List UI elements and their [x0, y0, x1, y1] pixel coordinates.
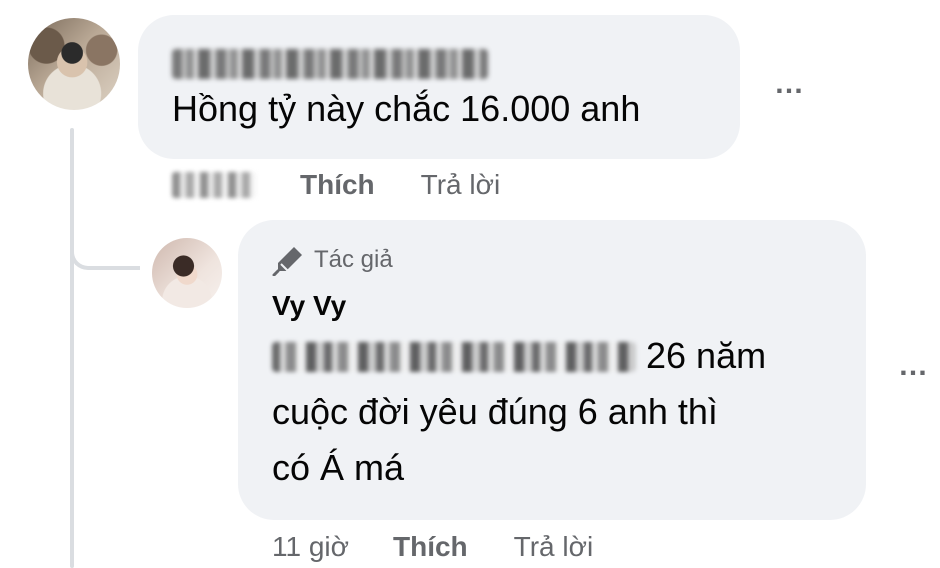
author-badge: Tác giả — [272, 244, 832, 277]
thread-line — [70, 128, 74, 568]
reply-text-blurred-segment — [272, 342, 636, 372]
reply-actions: 11 giờ Thích Trả lời — [272, 527, 593, 567]
reply-timestamp[interactable]: 11 giờ — [272, 531, 349, 563]
comment-bubble: Hồng tỷ này chắc 16.000 anh — [138, 15, 740, 159]
like-button[interactable]: Thích — [300, 169, 375, 201]
reply-text-line2: cuộc đời yêu đúng 6 anh thì — [272, 391, 718, 432]
comment-timestamp-blurred[interactable] — [172, 172, 256, 198]
avatar[interactable] — [28, 18, 120, 110]
reply-bubble: Tác giả Vy Vy 26 năm cuộc đời yêu đúng 6… — [238, 220, 866, 520]
reply-avatar[interactable] — [152, 238, 222, 308]
comment-text: Hồng tỷ này chắc 16.000 anh — [172, 88, 641, 129]
thread-branch-line — [70, 228, 140, 270]
reply-button[interactable]: Trả lời — [421, 169, 501, 201]
reply-author-name[interactable]: Vy Vy — [272, 288, 832, 324]
comment-author-name-blurred[interactable] — [172, 49, 488, 79]
reply-text: 26 năm cuộc đời yêu đúng 6 anh thì có Á … — [272, 328, 832, 496]
pencil-icon — [272, 244, 306, 277]
reply-more-options-button[interactable]: … — [898, 351, 930, 381]
reply-reply-button[interactable]: Trả lời — [514, 531, 594, 563]
reply-text-line1-suffix: 26 năm — [646, 335, 767, 376]
more-options-button[interactable]: … — [774, 69, 806, 99]
reply-text-line3: có Á má — [272, 447, 405, 488]
author-badge-label: Tác giả — [314, 246, 393, 273]
comment-actions: Thích Trả lời — [172, 165, 500, 205]
reply-like-button[interactable]: Thích — [393, 531, 468, 563]
